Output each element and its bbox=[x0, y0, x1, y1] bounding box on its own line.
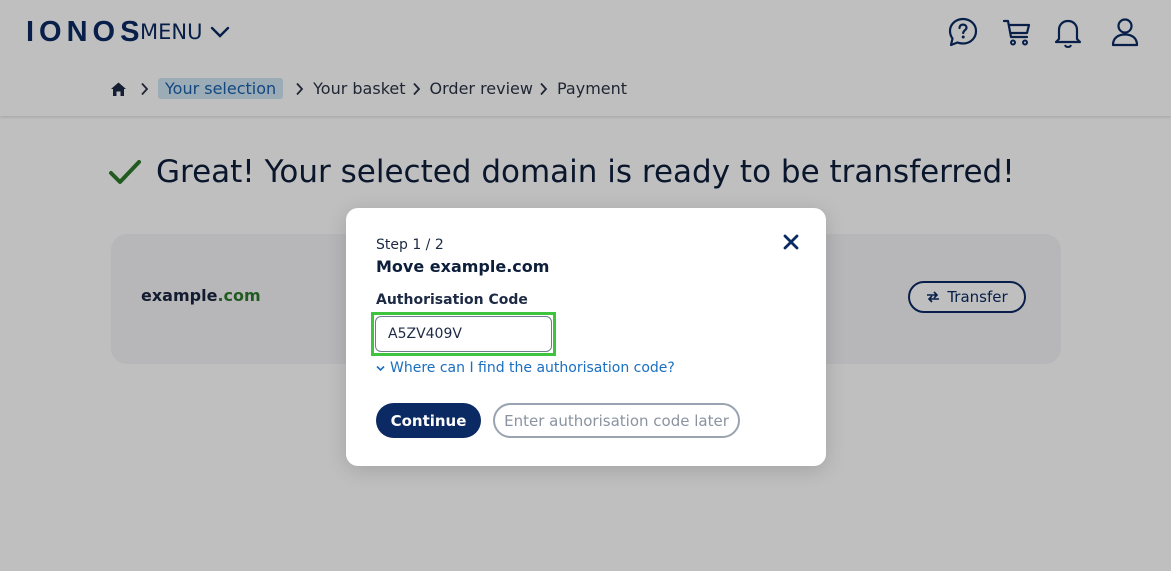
modal-title: Move example.com bbox=[376, 257, 550, 276]
auth-code-help-link[interactable]: Where can I find the authorisation code? bbox=[376, 360, 675, 376]
continue-button[interactable]: Continue bbox=[376, 403, 481, 438]
close-icon[interactable] bbox=[782, 233, 800, 251]
chevron-down-icon bbox=[376, 365, 385, 371]
enter-code-later-button[interactable]: Enter authorisation code later bbox=[493, 403, 740, 438]
help-link-text: Where can I find the authorisation code? bbox=[390, 360, 675, 376]
auth-code-modal: Step 1 / 2 Move example.com Authorisatio… bbox=[346, 208, 826, 466]
step-indicator: Step 1 / 2 bbox=[376, 237, 444, 253]
auth-code-label: Authorisation Code bbox=[376, 292, 528, 308]
auth-code-input[interactable] bbox=[375, 316, 552, 352]
